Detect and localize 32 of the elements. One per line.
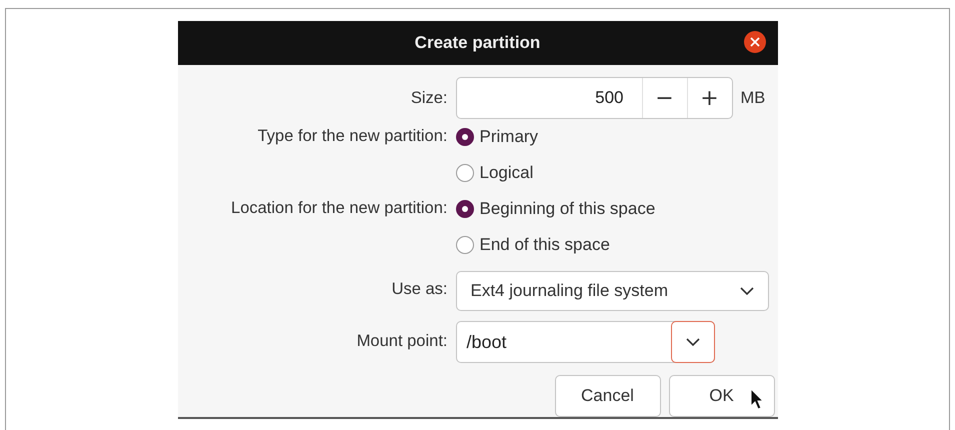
close-icon	[750, 37, 760, 47]
filesystem-dropdown[interactable]: Ext4 journaling file system	[456, 271, 768, 311]
radio-button[interactable]	[456, 200, 474, 218]
radio-label: Primary	[480, 127, 538, 147]
window-title: Create partition	[414, 33, 540, 53]
chevron-down-icon	[686, 338, 700, 346]
mouse-pointer-icon	[750, 388, 764, 410]
unit-label: MB	[740, 88, 766, 108]
chevron-down-icon	[740, 287, 754, 295]
field-label: Location for the new partition:	[231, 198, 448, 218]
radio-label: Beginning of this space	[480, 199, 656, 219]
dropdown-button[interactable]	[670, 321, 714, 363]
dialog-button[interactable]: Cancel	[554, 375, 660, 417]
field-label: Type for the new partition:	[258, 126, 448, 146]
field-label: Size:	[410, 88, 448, 108]
size-spin-field[interactable]: 500 − +	[456, 77, 732, 119]
decrement-button[interactable]: −	[642, 78, 686, 118]
radio-label: End of this space	[480, 235, 610, 255]
radio-option[interactable]: Logical	[456, 155, 778, 191]
radio-button[interactable]	[456, 236, 474, 254]
field-label: Use as:	[392, 280, 448, 298]
radio-option[interactable]: End of this space	[456, 227, 778, 263]
radio-option[interactable]: Primary	[456, 119, 778, 155]
close-button[interactable]	[744, 31, 766, 53]
radio-label: Logical	[480, 163, 534, 183]
radio-button[interactable]	[456, 128, 474, 146]
increment-button[interactable]: +	[686, 78, 732, 118]
mount-point-field[interactable]: /boot	[456, 321, 714, 363]
field-label: Mount point:	[356, 332, 448, 350]
dialog-button[interactable]: OK	[668, 375, 774, 417]
radio-option[interactable]: Beginning of this space	[456, 191, 778, 227]
radio-button[interactable]	[456, 164, 474, 182]
